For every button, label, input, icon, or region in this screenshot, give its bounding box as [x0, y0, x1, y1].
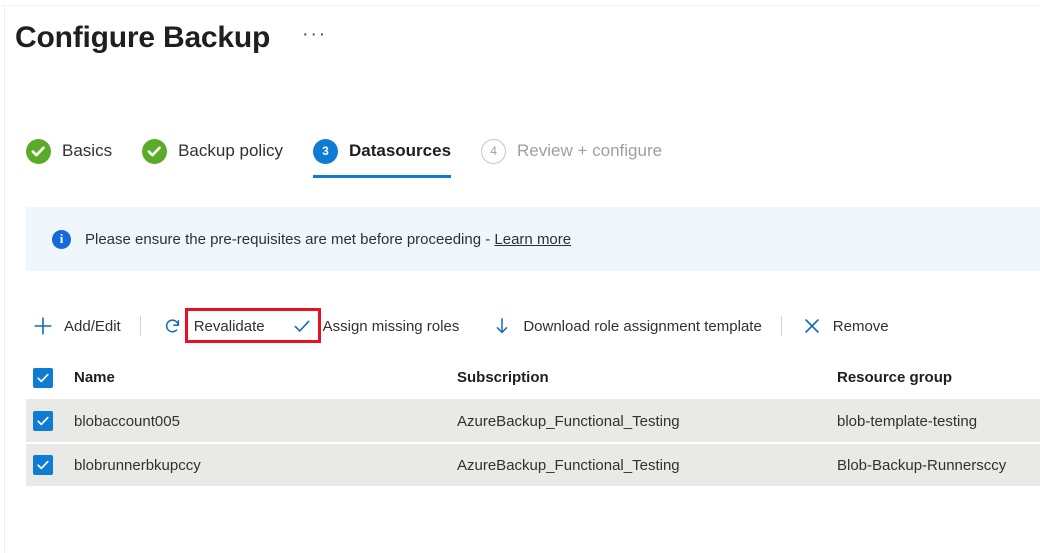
row-select-cell — [26, 411, 74, 431]
wizard-step-review-configure[interactable]: 4 Review + configure — [481, 128, 662, 176]
command-label: Add/Edit — [64, 318, 121, 335]
close-icon — [801, 315, 823, 337]
table-row[interactable]: blobrunnerbkupccy AzureBackup_Functional… — [26, 444, 1040, 488]
refresh-icon — [162, 315, 184, 337]
column-header-name[interactable]: Name — [74, 369, 457, 386]
row-checkbox[interactable] — [33, 411, 53, 431]
check-icon — [291, 315, 313, 337]
page-left-rule — [4, 6, 5, 553]
wizard-step-label: Datasources — [349, 141, 451, 161]
select-all-checkbox[interactable] — [33, 368, 53, 388]
command-label: Revalidate — [194, 318, 265, 335]
add-edit-button[interactable]: Add/Edit — [26, 309, 127, 343]
check-circle-icon — [142, 139, 167, 164]
select-all-cell — [26, 368, 74, 388]
info-banner: i Please ensure the pre-requisites are m… — [26, 207, 1040, 271]
cell-name: blobaccount005 — [74, 413, 457, 430]
wizard-step-label: Basics — [62, 141, 112, 161]
column-header-resource-group[interactable]: Resource group — [837, 369, 1040, 386]
info-banner-message: Please ensure the pre-requisites are met… — [85, 231, 494, 248]
wizard-step-backup-policy[interactable]: Backup policy — [142, 128, 283, 176]
header-divider — [0, 5, 1040, 6]
command-label: Download role assignment template — [523, 318, 761, 335]
wizard-step-label: Backup policy — [178, 141, 283, 161]
download-role-assignment-template-button[interactable]: Download role assignment template — [485, 309, 767, 343]
assign-missing-roles-button[interactable]: Assign missing roles — [285, 309, 466, 343]
table-row[interactable]: blobaccount005 AzureBackup_Functional_Te… — [26, 400, 1040, 444]
table-header-row: Name Subscription Resource group — [26, 356, 1040, 400]
more-options-button[interactable]: ··· — [296, 22, 333, 54]
wizard-step-datasources[interactable]: 3 Datasources — [313, 128, 451, 176]
wizard-steps: Basics Backup policy 3 Datasources 4 Rev… — [26, 128, 692, 176]
step-number-badge: 3 — [313, 139, 338, 164]
title-row: Configure Backup ··· — [15, 20, 333, 56]
cell-resource-group: Blob-Backup-Runnersccy — [837, 457, 1040, 474]
check-circle-icon — [26, 139, 51, 164]
row-checkbox[interactable] — [33, 455, 53, 475]
wizard-step-label: Review + configure — [517, 141, 662, 161]
learn-more-link[interactable]: Learn more — [494, 231, 571, 248]
cell-subscription: AzureBackup_Functional_Testing — [457, 413, 837, 430]
step-number-badge: 4 — [481, 139, 506, 164]
revalidate-button[interactable]: Revalidate — [156, 309, 271, 343]
info-banner-text: Please ensure the pre-requisites are met… — [85, 231, 571, 248]
command-label: Remove — [833, 318, 889, 335]
active-tab-indicator — [313, 175, 451, 178]
cell-subscription: AzureBackup_Functional_Testing — [457, 457, 837, 474]
command-bar: Add/Edit Revalidate Assign missing roles… — [26, 305, 1040, 347]
command-label: Assign missing roles — [323, 318, 460, 335]
wizard-step-basics[interactable]: Basics — [26, 128, 112, 176]
toolbar-separator — [140, 316, 141, 336]
cell-resource-group: blob-template-testing — [837, 413, 1040, 430]
plus-icon — [32, 315, 54, 337]
datasource-table: Name Subscription Resource group blobacc… — [26, 356, 1040, 488]
column-header-subscription[interactable]: Subscription — [457, 369, 837, 386]
remove-button[interactable]: Remove — [795, 309, 895, 343]
page-title: Configure Backup — [15, 20, 270, 56]
info-icon: i — [52, 230, 71, 249]
toolbar-separator — [781, 316, 782, 336]
cell-name: blobrunnerbkupccy — [74, 457, 457, 474]
row-select-cell — [26, 455, 74, 475]
download-icon — [491, 315, 513, 337]
